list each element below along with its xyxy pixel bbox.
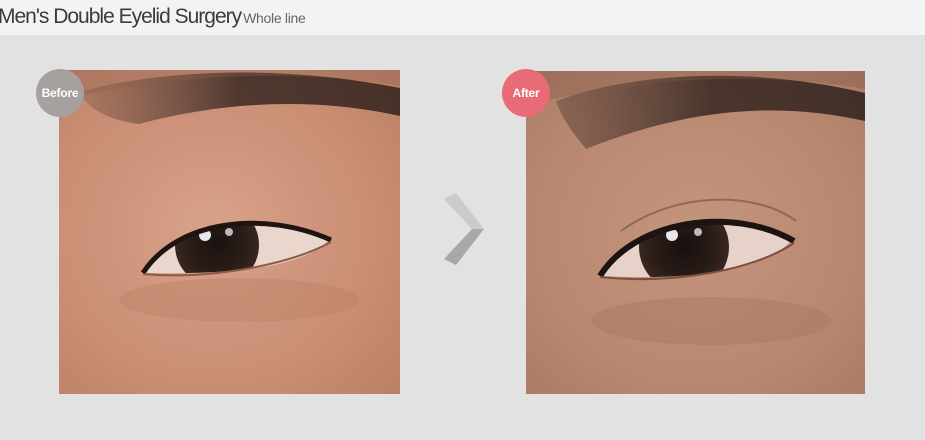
after-badge: After: [502, 69, 550, 117]
page-title: Men's Double Eyelid Surgery Whole line: [0, 5, 306, 29]
before-badge: Before: [36, 69, 84, 117]
after-photo: [526, 71, 865, 394]
page-header: Men's Double Eyelid Surgery Whole line: [0, 0, 925, 35]
chevron-right-icon: [440, 193, 488, 265]
page-subtitle: Whole line: [243, 10, 306, 26]
title-text: Men's Double Eyelid Surgery: [0, 5, 242, 28]
before-photo: [59, 70, 400, 394]
